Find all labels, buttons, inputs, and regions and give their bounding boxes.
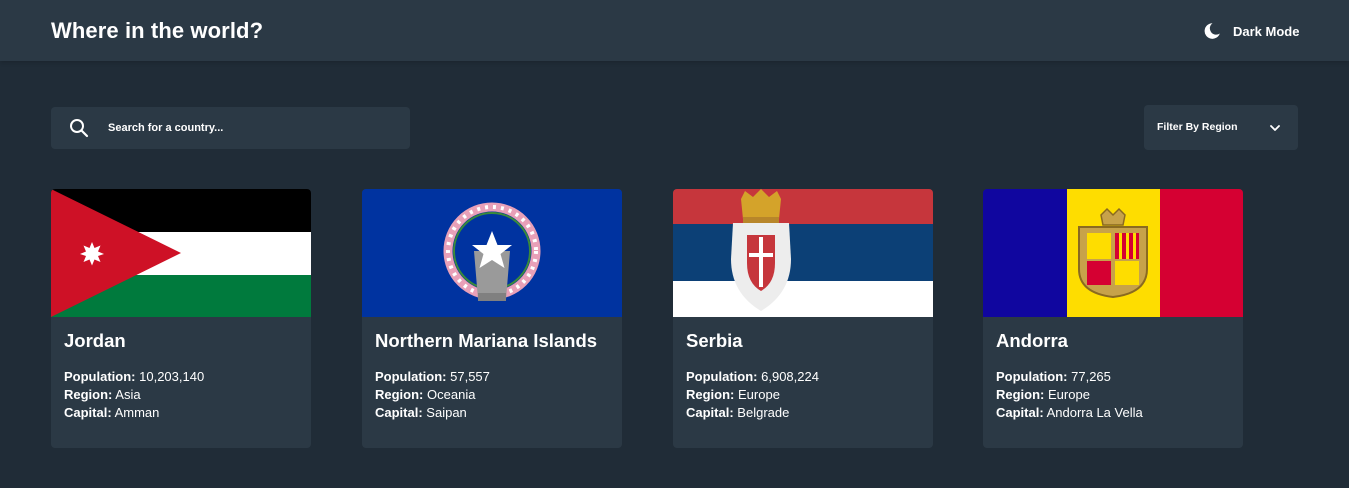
moon-icon xyxy=(1204,23,1220,39)
region-value: Asia xyxy=(115,387,141,402)
app-title: Where in the world? xyxy=(51,18,264,43)
region-label: Region: xyxy=(375,387,424,402)
population-value: 6,908,224 xyxy=(761,369,819,384)
capital-value: Belgrade xyxy=(737,405,790,420)
dark-mode-label: Dark Mode xyxy=(1233,23,1300,39)
country-card-serbia[interactable]: Serbia Population: 6,908,224 Region: Eur… xyxy=(673,189,933,448)
population-label: Population: xyxy=(64,369,136,384)
region-stat: Region: Asia xyxy=(64,387,141,402)
country-name: Andorra xyxy=(996,330,1068,351)
region-label: Region: xyxy=(996,387,1045,402)
capital-label: Capital: xyxy=(686,405,734,420)
search-box[interactable] xyxy=(51,107,410,149)
region-filter-label: Filter By Region xyxy=(1157,121,1238,133)
northern-mariana-islands-flag xyxy=(362,189,622,317)
capital-stat: Capital: Amman xyxy=(64,405,159,420)
population-stat: Population: 57,557 xyxy=(375,369,490,384)
population-value: 77,265 xyxy=(1071,369,1111,384)
search-icon xyxy=(70,119,89,138)
region-value: Europe xyxy=(738,387,780,402)
capital-label: Capital: xyxy=(375,405,423,420)
population-stat: Population: 10,203,140 xyxy=(64,369,204,384)
region-filter-dropdown[interactable]: Filter By Region xyxy=(1144,105,1298,150)
capital-stat: Capital: Saipan xyxy=(375,405,467,420)
population-value: 57,557 xyxy=(450,369,490,384)
region-stat: Region: Europe xyxy=(996,387,1090,402)
chevron-down-icon xyxy=(1270,125,1280,131)
jordan-flag xyxy=(51,189,311,317)
population-label: Population: xyxy=(375,369,447,384)
population-stat: Population: 77,265 xyxy=(996,369,1111,384)
capital-value: Amman xyxy=(114,405,160,420)
app-header: Where in the world? Dark Mode xyxy=(0,0,1349,61)
region-stat: Region: Europe xyxy=(686,387,780,402)
country-name: Jordan xyxy=(64,330,126,351)
dark-mode-toggle[interactable]: Dark Mode xyxy=(1203,21,1299,41)
search-input[interactable] xyxy=(108,107,398,149)
region-value: Europe xyxy=(1048,387,1090,402)
region-value: Oceania xyxy=(427,387,476,402)
population-stat: Population: 6,908,224 xyxy=(686,369,819,384)
country-name: Northern Mariana Islands xyxy=(375,330,598,351)
population-value: 10,203,140 xyxy=(139,369,205,384)
capital-label: Capital: xyxy=(996,405,1044,420)
population-label: Population: xyxy=(996,369,1068,384)
capital-value: Andorra La Vella xyxy=(1046,405,1143,420)
country-card-jordan[interactable]: Jordan Population: 10,203,140 Region: As… xyxy=(51,189,311,448)
capital-stat: Capital: Belgrade xyxy=(686,405,789,420)
andorra-flag xyxy=(983,189,1243,317)
capital-label: Capital: xyxy=(64,405,112,420)
region-label: Region: xyxy=(64,387,113,402)
country-card-northern-mariana-islands[interactable]: Northern Mariana Islands Population: 57,… xyxy=(362,189,622,448)
capital-value: Saipan xyxy=(426,405,467,420)
serbia-flag xyxy=(673,189,933,317)
population-label: Population: xyxy=(686,369,758,384)
region-stat: Region: Oceania xyxy=(375,387,475,402)
country-name: Serbia xyxy=(686,330,743,351)
region-label: Region: xyxy=(686,387,735,402)
country-card-andorra[interactable]: Andorra Population: 77,265 Region: Europ… xyxy=(983,189,1243,448)
capital-stat: Capital: Andorra La Vella xyxy=(996,405,1143,420)
